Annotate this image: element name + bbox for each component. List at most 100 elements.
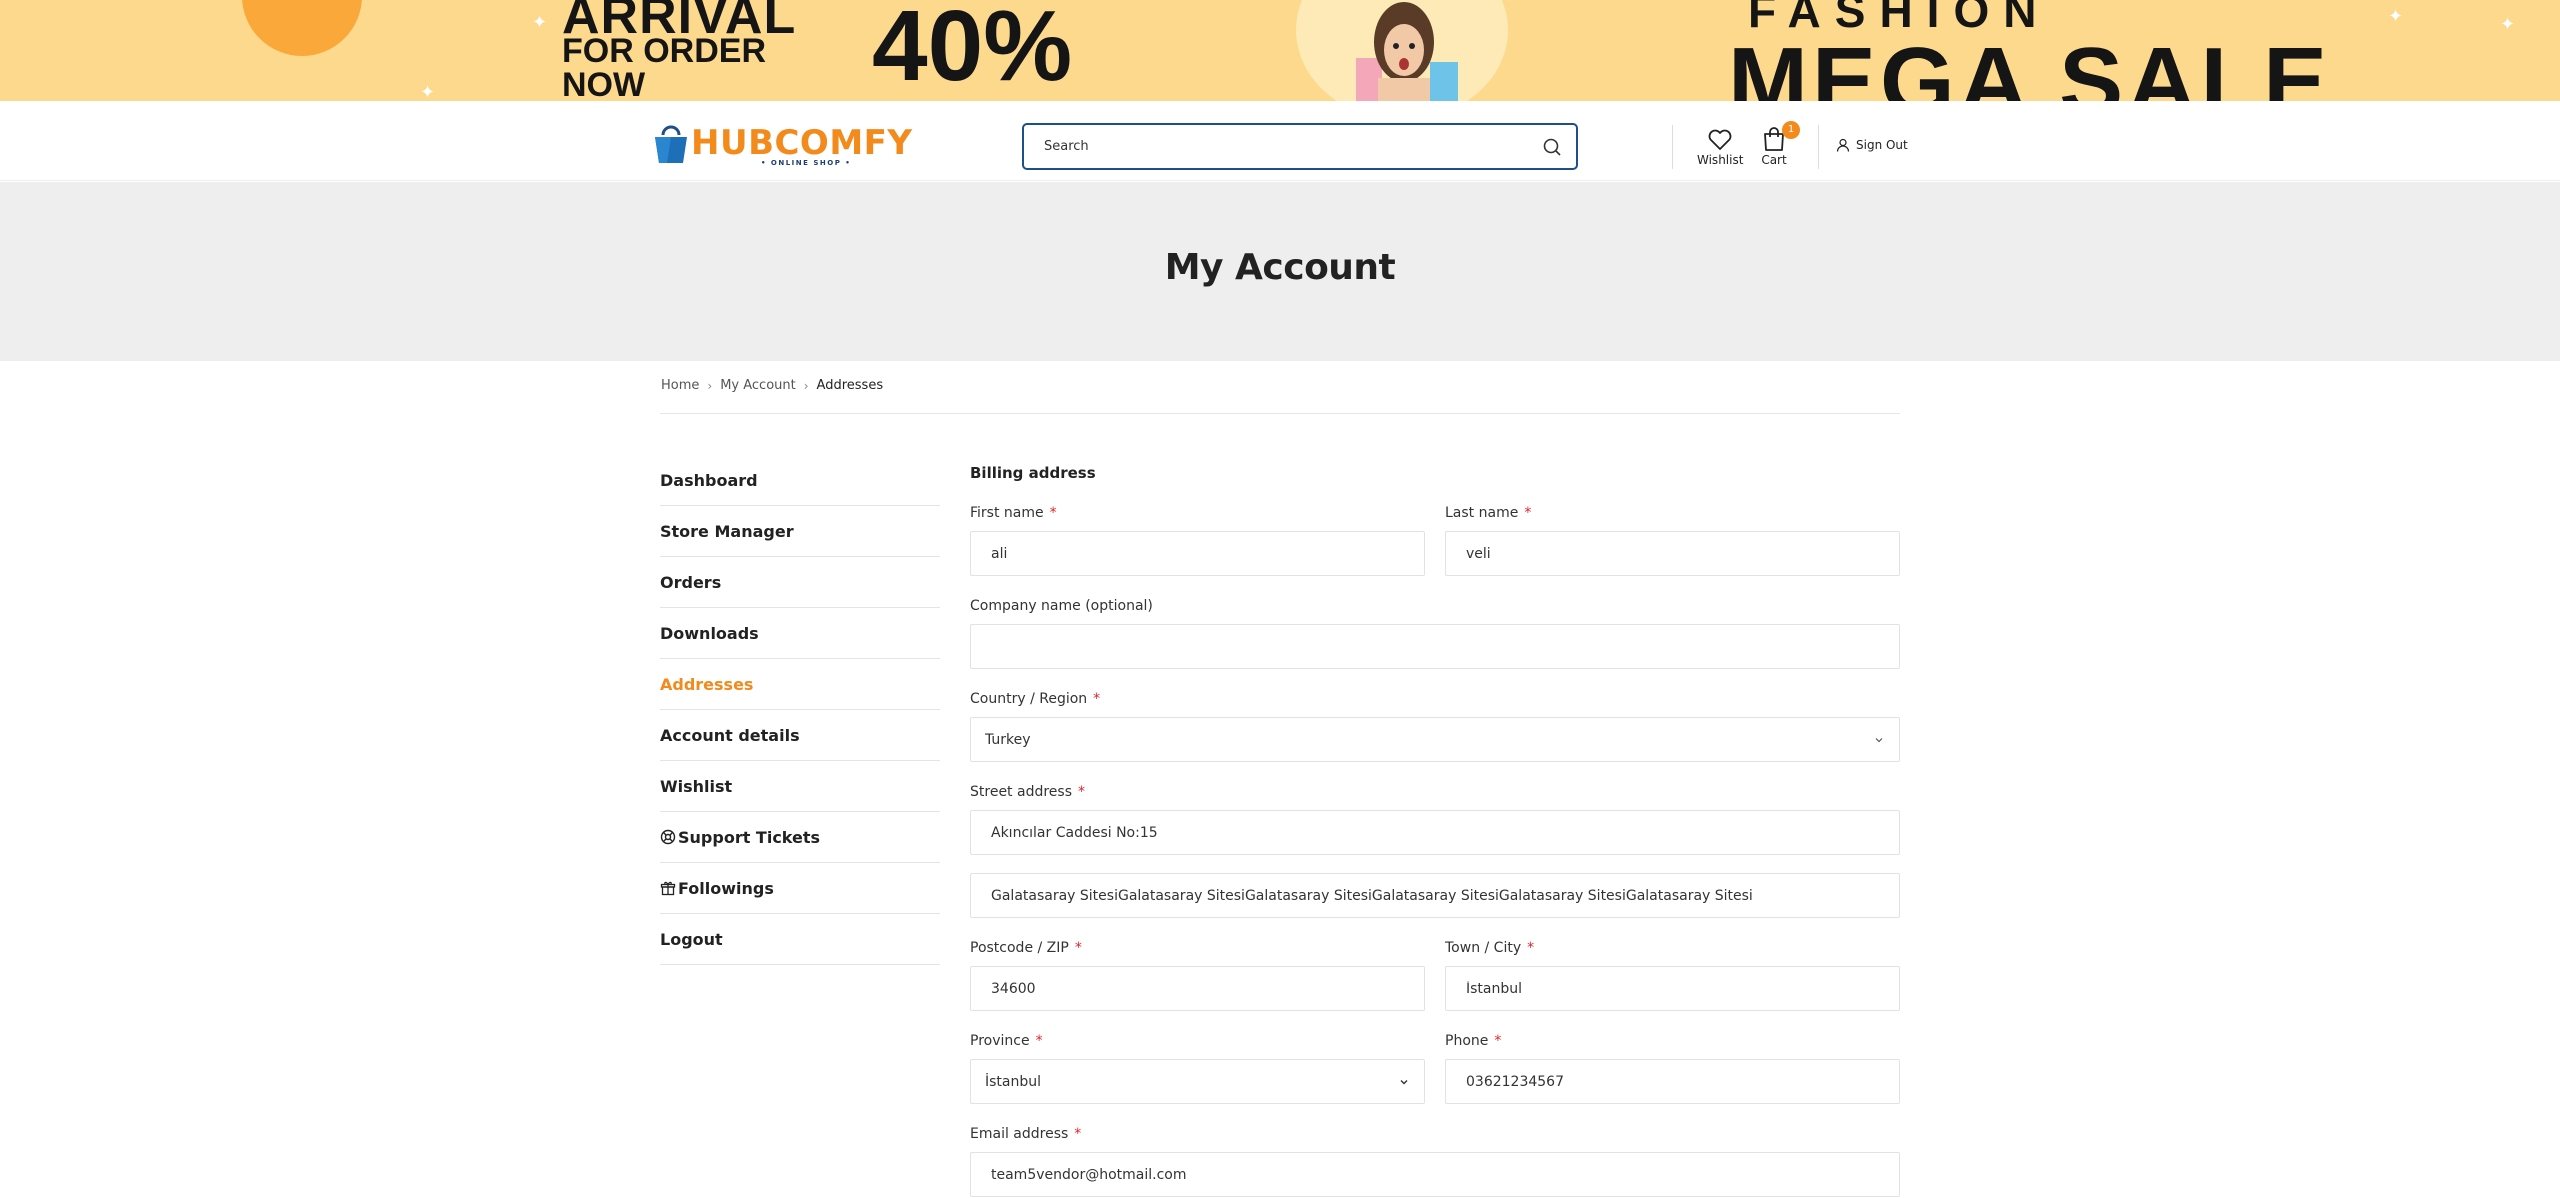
street-line1-input[interactable]	[971, 811, 1899, 854]
wishlist-label: Wishlist	[1697, 153, 1744, 167]
last-name-input[interactable]	[1446, 532, 1899, 575]
first-name-field-wrap	[970, 531, 1425, 576]
sidebar-item-store-manager[interactable]: Store Manager	[660, 506, 940, 557]
phone-label: Phone *	[1445, 1033, 1501, 1049]
sidebar-item-account-details[interactable]: Account details	[660, 710, 940, 761]
company-label: Company name (optional)	[970, 598, 1153, 614]
banner-for-order-line: FOR ORDER	[562, 32, 766, 70]
sidebar-item-label: Dashboard	[660, 470, 758, 490]
form-title: Billing address	[970, 464, 1096, 482]
breadcrumb-divider	[660, 413, 1900, 414]
cart-button[interactable]: 1 Cart	[1760, 121, 1800, 167]
promo-banner[interactable]: ARRIVAL FOR ORDER NOW 40% FASHION MEGA S…	[0, 0, 2560, 101]
page-title: My Account	[1164, 247, 1396, 288]
banner-model-image	[1356, 2, 1458, 101]
phone-input[interactable]	[1446, 1060, 1899, 1103]
email-field-wrap	[970, 1152, 1900, 1197]
postcode-field-wrap	[970, 966, 1425, 1011]
chevron-down-icon	[1400, 1080, 1408, 1085]
site-header: HUBCOMFY • ONLINE SHOP • Wishlist 1 Cart…	[0, 101, 2560, 181]
sidebar-item-label: Addresses	[660, 674, 754, 694]
company-label-text: Company name (optional)	[970, 598, 1153, 614]
sidebar-item-label: Followings	[678, 878, 774, 898]
search-icon[interactable]	[1542, 137, 1562, 157]
city-label: Town / City *	[1445, 940, 1534, 956]
sign-out-button[interactable]: Sign Out	[1836, 138, 1908, 152]
city-input[interactable]	[1446, 967, 1899, 1010]
sidebar-item-label: Account details	[660, 725, 800, 745]
sign-out-label: Sign Out	[1856, 138, 1908, 152]
postcode-label-text: Postcode / ZIP	[970, 940, 1069, 956]
required-mark: *	[1049, 505, 1057, 521]
sidebar-item-addresses[interactable]: Addresses	[660, 659, 940, 710]
lifebuoy-icon	[660, 829, 676, 845]
logo-text: HUBCOMFY	[691, 123, 913, 163]
province-selected-value: İstanbul	[985, 1073, 1042, 1090]
cart-label: Cart	[1761, 153, 1787, 167]
company-input[interactable]	[971, 625, 1899, 668]
city-label-text: Town / City	[1445, 940, 1522, 956]
postcode-input[interactable]	[971, 967, 1424, 1010]
breadcrumb-home-link[interactable]: Home	[661, 378, 699, 393]
sidebar-item-orders[interactable]: Orders	[660, 557, 940, 608]
country-label: Country / Region *	[970, 691, 1100, 707]
banner-now-line: NOW	[562, 66, 646, 101]
phone-field-wrap	[1445, 1059, 1900, 1104]
province-select[interactable]: İstanbul	[970, 1059, 1425, 1104]
sidebar-item-label: Logout	[660, 929, 723, 949]
required-mark: *	[1074, 1126, 1082, 1142]
province-label-text: Province	[970, 1033, 1030, 1049]
banner-discount-text: 40%	[872, 0, 1073, 101]
page-title-band: My Account	[0, 182, 2560, 361]
sidebar-item-followings[interactable]: Followings	[660, 863, 940, 914]
site-logo[interactable]: HUBCOMFY • ONLINE SHOP •	[651, 121, 913, 167]
user-icon	[1836, 138, 1850, 152]
sparkle-icon: ✦	[2388, 6, 2404, 27]
country-select[interactable]: Turkey	[970, 717, 1900, 762]
first-name-input[interactable]	[971, 532, 1424, 575]
last-name-label: Last name *	[1445, 505, 1531, 521]
chevron-right-icon: ›	[803, 378, 809, 393]
sidebar-item-label: Wishlist	[660, 776, 733, 796]
street-line2-field-wrap	[970, 873, 1900, 918]
email-label-text: Email address	[970, 1126, 1069, 1142]
sidebar-item-wishlist[interactable]: Wishlist	[660, 761, 940, 812]
sidebar-item-logout[interactable]: Logout	[660, 914, 940, 965]
required-mark: *	[1527, 940, 1535, 956]
wishlist-button[interactable]: Wishlist	[1697, 125, 1743, 167]
logo-tagline: • ONLINE SHOP •	[761, 159, 852, 167]
chevron-down-icon	[1875, 738, 1883, 743]
cart-count-badge: 1	[1782, 121, 1800, 139]
required-mark: *	[1035, 1033, 1043, 1049]
breadcrumb-current: Addresses	[816, 378, 884, 393]
street-line2-input[interactable]	[971, 874, 1899, 917]
sidebar-item-support-tickets[interactable]: Support Tickets	[660, 812, 940, 863]
phone-label-text: Phone	[1445, 1033, 1489, 1049]
country-selected-value: Turkey	[985, 731, 1031, 748]
last-name-label-text: Last name	[1445, 505, 1519, 521]
sidebar-item-label: Store Manager	[660, 521, 794, 541]
email-input[interactable]	[971, 1153, 1899, 1196]
first-name-label: First name *	[970, 505, 1057, 521]
search-box[interactable]	[1022, 123, 1578, 170]
street-label: Street address *	[970, 784, 1085, 800]
heart-icon	[1708, 129, 1732, 150]
breadcrumb-my-account-link[interactable]: My Account	[720, 378, 796, 393]
sidebar-item-dashboard[interactable]: Dashboard	[660, 455, 940, 506]
search-input[interactable]	[1024, 125, 1524, 168]
sparkle-icon: ✦	[420, 82, 436, 101]
shopping-bag-icon	[655, 125, 687, 163]
sparkle-icon: ✦	[532, 12, 548, 33]
required-mark: *	[1093, 691, 1101, 707]
required-mark: *	[1494, 1033, 1502, 1049]
header-divider	[1818, 125, 1819, 169]
sidebar-item-downloads[interactable]: Downloads	[660, 608, 940, 659]
last-name-field-wrap	[1445, 531, 1900, 576]
banner-for-order-text: FOR ORDER NOW	[562, 34, 766, 101]
street-line1-field-wrap	[970, 810, 1900, 855]
first-name-label-text: First name	[970, 505, 1044, 521]
city-field-wrap	[1445, 966, 1900, 1011]
sparkle-icon: ✦	[2500, 14, 2516, 35]
required-mark: *	[1074, 940, 1082, 956]
sidebar-item-label: Orders	[660, 572, 722, 592]
